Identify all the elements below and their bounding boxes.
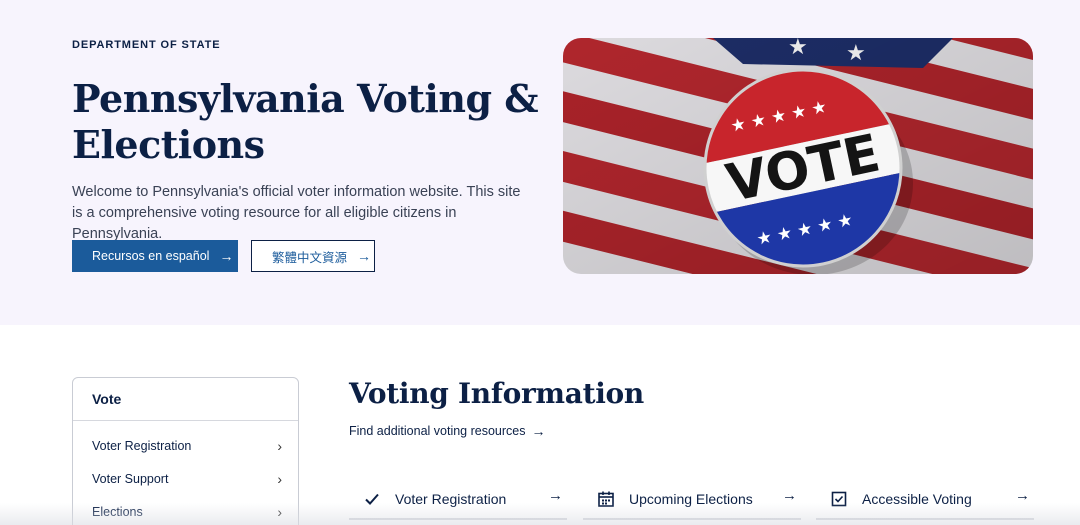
vote-sidebar: Vote Voter Registration › Voter Support … — [72, 377, 299, 525]
accessible-voting-card[interactable]: Accessible Voting → — [816, 480, 1034, 520]
arrow-right-icon: → — [531, 423, 546, 439]
arrow-right-icon: → — [357, 248, 372, 264]
hero-description: Welcome to Pennsylvania's official voter… — [72, 184, 521, 242]
section-title: Voting Information — [349, 377, 644, 410]
page-title: Pennsylvania Voting & Elections — [72, 76, 539, 167]
upcoming-elections-card[interactable]: Upcoming Elections → — [583, 480, 801, 520]
sidebar-item-label: Voter Registration — [92, 439, 192, 453]
sidebar-item-label: Elections — [92, 505, 143, 519]
chevron-right-icon: › — [277, 438, 282, 454]
sidebar-item-voter-support[interactable]: Voter Support › — [92, 471, 282, 487]
arrow-right-icon: → — [548, 486, 563, 504]
spanish-resources-label: Recursos en español — [92, 249, 210, 263]
resources-link-label: Find additional voting resources — [349, 424, 526, 438]
arrow-right-icon: → — [782, 486, 797, 504]
voter-registration-card[interactable]: Voter Registration → — [349, 480, 567, 520]
vote-flag-image: ★ ★ ★ ★ ★ ★ ★ VOTE ★ ★ ★ ★ ★ — [563, 38, 1033, 274]
sidebar-item-label: Voter Support — [92, 472, 169, 486]
arrow-right-icon: → — [1015, 486, 1030, 504]
card-label: Upcoming Elections — [629, 491, 753, 507]
arrow-right-icon: → — [219, 248, 234, 264]
chinese-resources-label: 繁體中文資源 — [272, 250, 348, 265]
chevron-right-icon: › — [277, 471, 282, 487]
department-label: DEPARTMENT OF STATE — [72, 39, 221, 51]
sidebar-heading: Vote — [73, 378, 298, 421]
sidebar-item-elections[interactable]: Elections › — [92, 504, 282, 520]
spanish-resources-button[interactable]: Recursos en español → — [72, 240, 238, 272]
card-label: Voter Registration — [395, 491, 507, 507]
calendar-icon — [595, 488, 617, 510]
hero-section: DEPARTMENT OF STATE Pennsylvania Voting … — [0, 0, 1080, 325]
checkmark-icon — [361, 488, 383, 510]
card-label: Accessible Voting — [862, 491, 972, 507]
sidebar-item-voter-registration[interactable]: Voter Registration › — [92, 438, 282, 454]
checkbox-icon — [828, 488, 850, 510]
chinese-resources-button[interactable]: 繁體中文資源 → — [251, 240, 375, 272]
additional-resources-link[interactable]: Find additional voting resources → — [349, 423, 546, 439]
chevron-right-icon: › — [277, 504, 282, 520]
